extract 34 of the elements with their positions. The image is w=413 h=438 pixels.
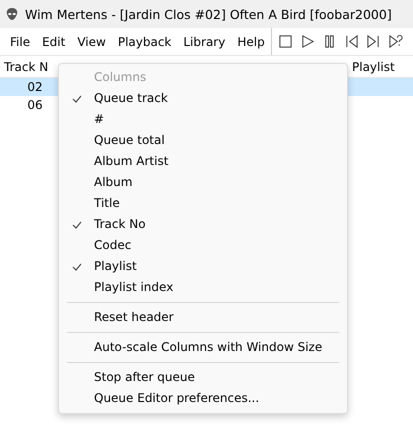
- menu-item[interactable]: Track No: [59, 214, 347, 235]
- menu-item[interactable]: View: [71, 30, 112, 52]
- menu-item[interactable]: Queue Editor preferences...: [59, 388, 347, 409]
- menu-item[interactable]: Reset header: [59, 307, 347, 328]
- window-title: Wim Mertens - [Jardin Clos #02] Often A Bird [foobar2000]: [25, 6, 392, 22]
- stop-icon[interactable]: [278, 34, 293, 49]
- menu-item[interactable]: #: [59, 109, 347, 130]
- menu-item[interactable]: Playlist: [59, 256, 347, 277]
- next-icon[interactable]: [366, 34, 381, 49]
- column-header[interactable]: Track N: [0, 60, 60, 74]
- menu-item[interactable]: Edit: [36, 30, 72, 52]
- menu-item[interactable]: Queue track: [59, 88, 347, 109]
- menu-heading: Columns: [93, 69, 148, 86]
- menu-item[interactable]: Library: [177, 30, 232, 52]
- menu-item[interactable]: File: [4, 30, 36, 52]
- menu-item[interactable]: Album Artist: [59, 151, 347, 172]
- play-icon[interactable]: [300, 34, 315, 49]
- random-icon[interactable]: [388, 34, 403, 49]
- menu-item[interactable]: Playlist index: [59, 277, 347, 298]
- column-header[interactable]: Playlist: [352, 60, 395, 74]
- checkmark-icon: [72, 221, 82, 229]
- menu-item[interactable]: Playback: [112, 30, 178, 52]
- alien-icon: [5, 7, 19, 21]
- menu-item[interactable]: Title: [59, 193, 347, 214]
- menu-item[interactable]: Codec: [59, 235, 347, 256]
- menu-item[interactable]: Help: [231, 30, 271, 52]
- previous-icon[interactable]: [344, 34, 359, 49]
- menu-item[interactable]: Queue total: [59, 130, 347, 151]
- checkmark-icon: [72, 263, 82, 271]
- checkmark-icon: [72, 95, 82, 103]
- menu-item[interactable]: Stop after queue: [59, 367, 347, 388]
- table-cell-text: 02: [26, 80, 44, 94]
- menu-item[interactable]: Album: [59, 172, 347, 193]
- menu-item[interactable]: Auto-scale Columns with Window Size: [59, 337, 347, 358]
